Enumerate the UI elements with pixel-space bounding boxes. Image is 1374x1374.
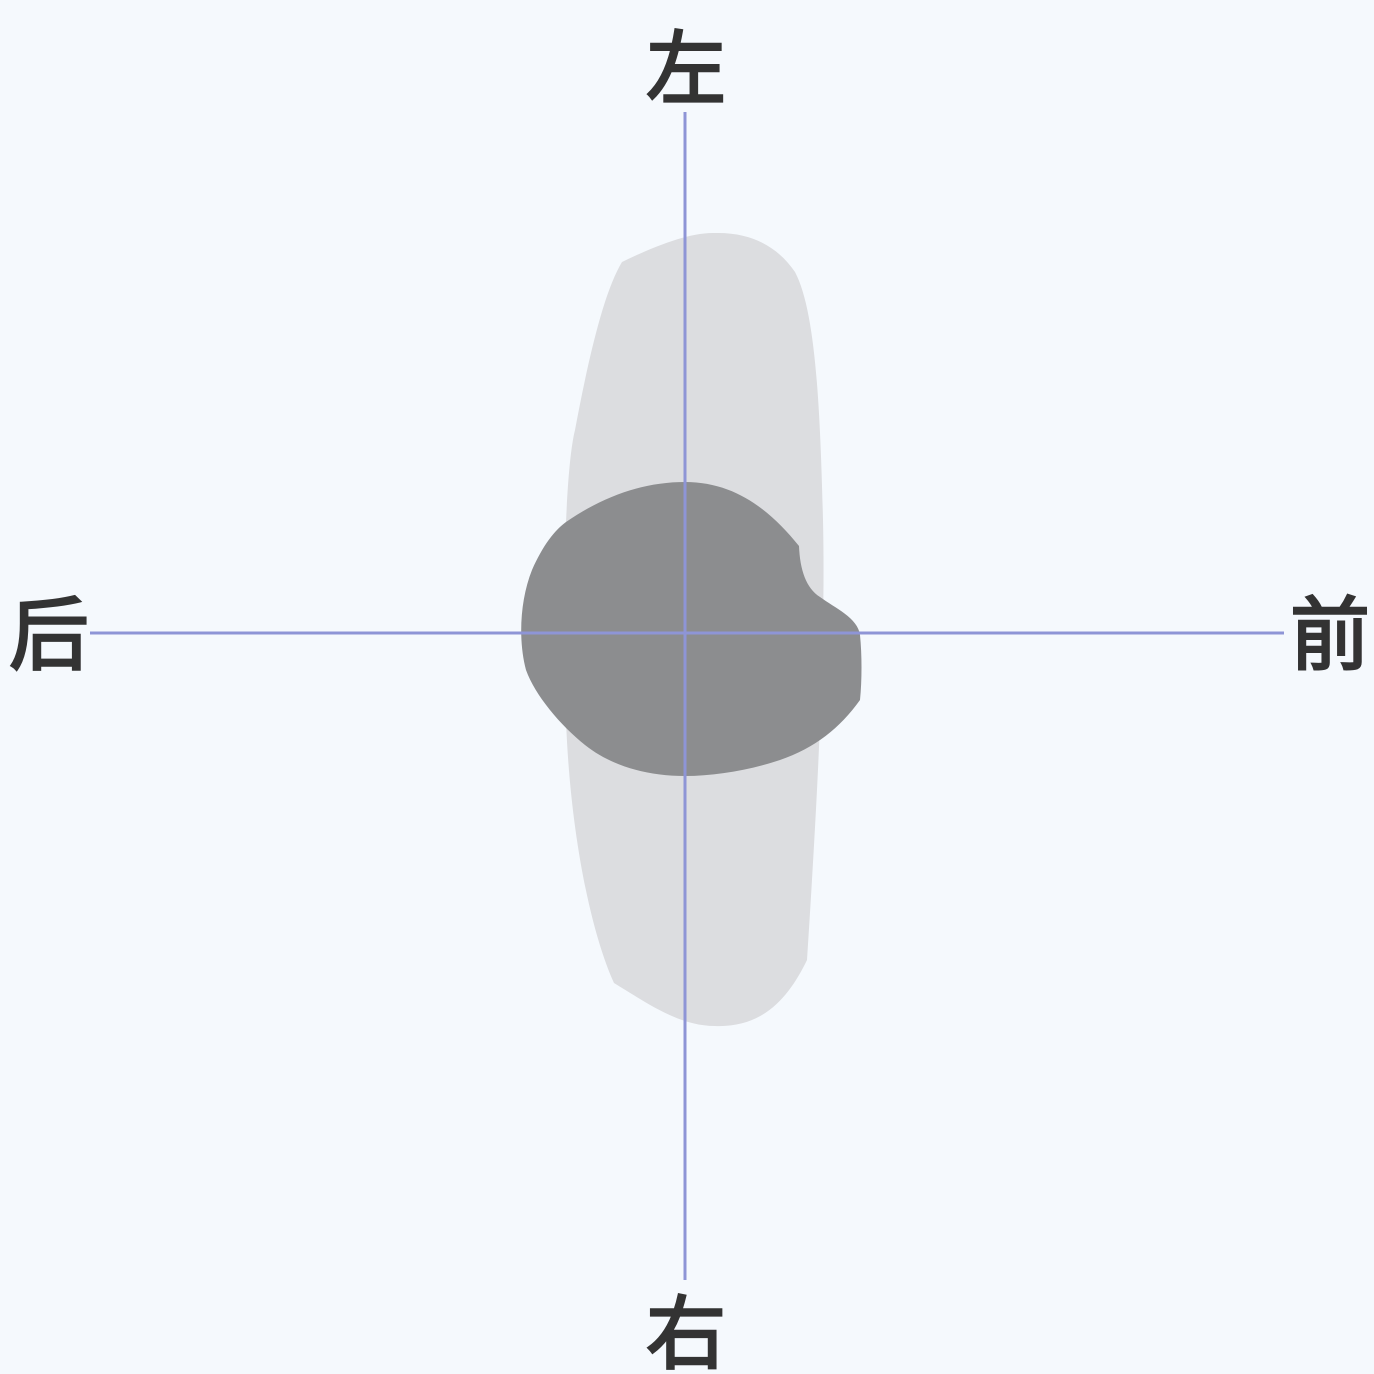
polar-pattern-diagram: 左 右 后 前 xyxy=(0,0,1374,1374)
label-top: 左 xyxy=(646,23,726,116)
label-bottom: 右 xyxy=(646,1288,726,1374)
label-right: 前 xyxy=(1290,589,1370,682)
label-left: 后 xyxy=(9,589,89,682)
